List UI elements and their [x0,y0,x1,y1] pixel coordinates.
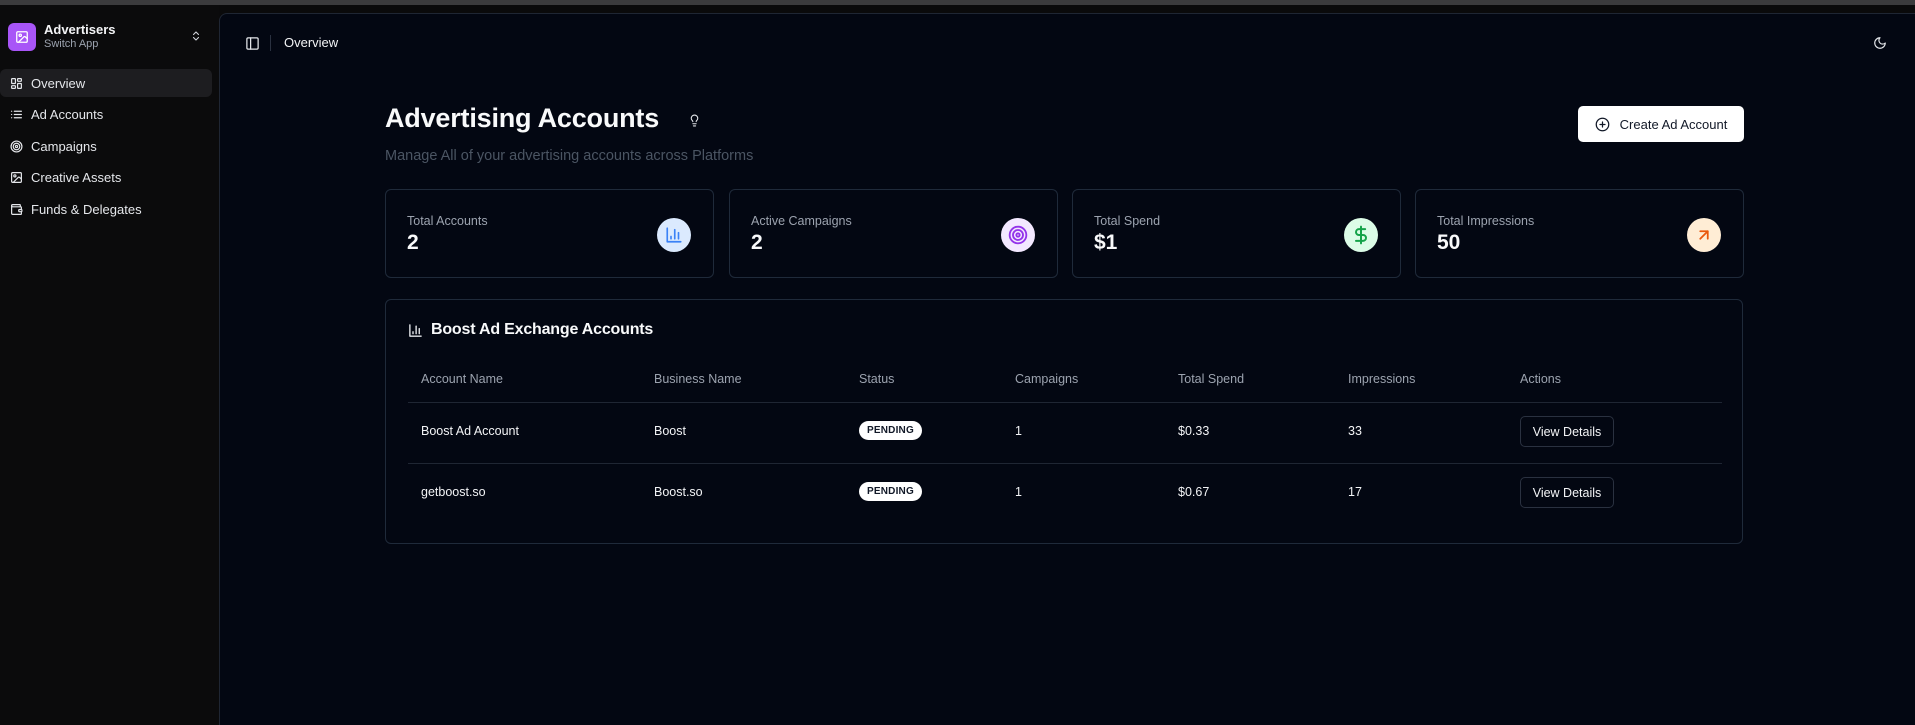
table-divider [408,402,1722,403]
app-logo-icon [8,23,36,51]
column-header-account-name[interactable]: Account Name [421,372,503,386]
accounts-table-card: Boost Ad Exchange Accounts Account Name … [385,299,1743,544]
status-badge: PENDING [859,482,922,501]
plus-circle-icon [1595,117,1610,131]
cell-account-name: getboost.so [421,485,486,499]
cell-impressions: 33 [1348,424,1362,438]
sidebar-item-label: Creative Assets [31,170,122,185]
stat-value: 2 [751,231,763,254]
cell-business-name: Boost [654,424,686,438]
column-header-business-name[interactable]: Business Name [654,372,742,386]
page-subtitle: Manage All of your advertising accounts … [385,148,754,164]
create-ad-account-label: Create Ad Account [1619,116,1728,132]
theme-toggle-button[interactable] [1871,34,1889,52]
column-header-impressions[interactable]: Impressions [1348,372,1415,386]
stat-value: 50 [1437,231,1461,254]
breadcrumb: Overview [284,35,339,50]
sidebar-item-overview[interactable]: Overview [0,69,212,97]
sidebar-item-creative-assets[interactable]: Creative Assets [0,164,212,192]
sidebar-item-funds-delegates[interactable]: Funds & Delegates [0,195,212,223]
bar-chart-icon [657,218,691,252]
sidebar-item-label: Funds & Delegates [31,201,142,217]
target-icon [1001,218,1035,252]
stat-card-total-impressions: Total Impressions 50 [1415,189,1744,278]
image-icon [11,172,22,183]
stat-value: 2 [407,231,419,254]
cell-campaigns: 1 [1015,485,1022,499]
bar-chart-icon [409,323,422,337]
app-subtitle: Switch App [44,38,99,50]
cell-impressions: 17 [1348,485,1362,499]
status-badge: PENDING [859,421,922,440]
sidebar-nav: Overview Ad Accounts Campaigns Creative … [0,69,212,227]
view-details-button[interactable]: View Details [1520,416,1614,447]
sidebar-item-label: Ad Accounts [31,107,104,122]
header-divider [270,35,271,51]
column-header-actions: Actions [1520,372,1561,386]
cell-business-name: Boost.so [654,485,703,499]
sidebar: Advertisers Switch App Overview Ad Accou… [0,5,219,725]
sidebar-item-campaigns[interactable]: Campaigns [0,132,212,160]
column-header-status[interactable]: Status [859,372,894,386]
cell-total-spend: $0.67 [1178,485,1210,499]
sidebar-item-label: Overview [31,75,86,91]
wallet-icon [11,203,23,215]
chevrons-up-down-icon [190,29,202,48]
stat-card-active-campaigns: Active Campaigns 2 [729,189,1058,278]
app-title: Advertisers [44,22,116,37]
stat-label: Total Accounts [407,214,488,228]
cell-total-spend: $0.33 [1178,424,1210,438]
sidebar-toggle-button[interactable] [243,34,261,52]
table-divider [408,463,1722,464]
stat-card-total-accounts: Total Accounts 2 [385,189,714,278]
table-title: Boost Ad Exchange Accounts [408,321,653,339]
app-switcher[interactable]: Advertisers Switch App [8,17,208,57]
panel-left-icon [245,36,259,50]
stat-label: Total Spend [1094,214,1161,228]
sidebar-item-ad-accounts[interactable]: Ad Accounts [0,101,212,129]
table-title-text: Boost Ad Exchange Accounts [431,321,654,338]
view-details-button[interactable]: View Details [1520,477,1614,508]
page-title: Advertising Accounts [385,103,660,133]
cell-account-name: Boost Ad Account [421,424,519,438]
cell-campaigns: 1 [1015,424,1022,438]
sidebar-item-label: Campaigns [31,138,97,154]
main-content: Overview Advertising Accounts Manage All… [219,13,1915,725]
moon-icon [1874,37,1886,49]
list-icon [11,110,22,119]
target-icon [10,139,23,153]
stat-label: Active Campaigns [751,214,852,228]
column-header-campaigns[interactable]: Campaigns [1015,372,1078,386]
stat-label: Total Impressions [1437,214,1535,228]
stat-card-total-spend: Total Spend $1 [1072,189,1401,278]
layout-grid-icon [11,77,22,89]
lightbulb-icon[interactable] [688,113,701,133]
window-top-strip [0,0,1915,5]
dollar-icon [1344,218,1378,252]
arrow-up-right-icon [1687,218,1721,252]
column-header-total-spend[interactable]: Total Spend [1178,372,1244,386]
create-ad-account-button[interactable]: Create Ad Account [1578,106,1744,142]
stat-value: $1 [1094,231,1118,254]
